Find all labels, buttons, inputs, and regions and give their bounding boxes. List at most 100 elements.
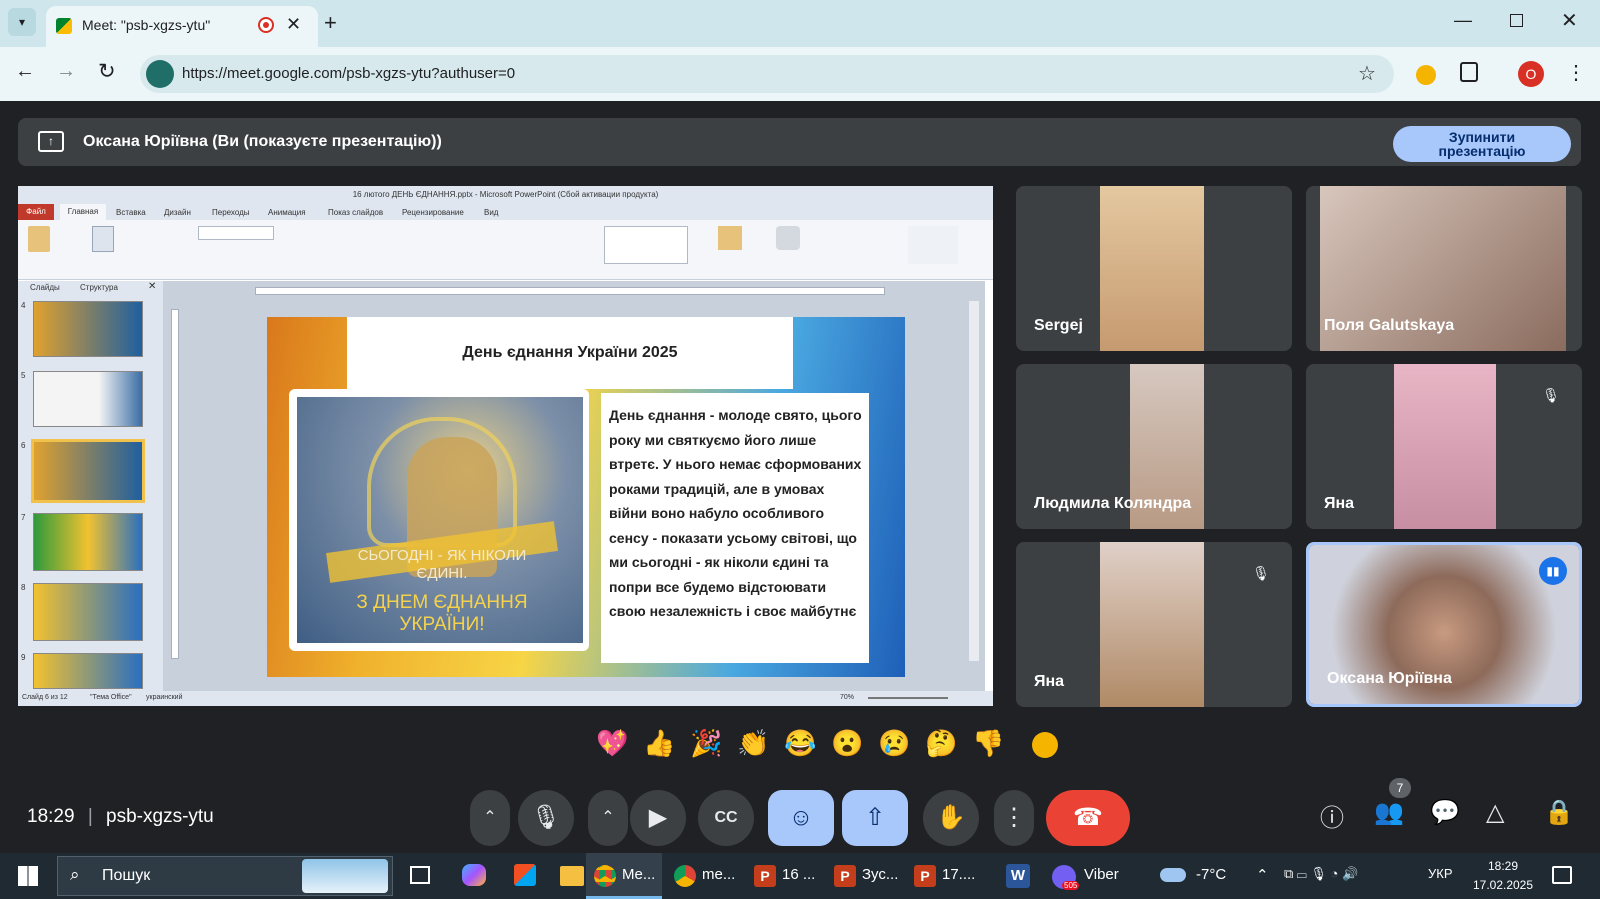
- taskbar-app-powerpoint[interactable]: P Зус...: [826, 853, 902, 899]
- ribbon-tab-file[interactable]: Файл: [18, 204, 54, 220]
- participant-tile[interactable]: Sergej: [1016, 186, 1292, 351]
- ribbon-font-box[interactable]: [198, 226, 274, 240]
- reaction-party-popper[interactable]: 🎉: [690, 728, 722, 759]
- chat-icon[interactable]: 💬: [1430, 798, 1460, 827]
- tray-icons[interactable]: ⧉ ▭ 🎙 ◔ 🔊: [1284, 866, 1358, 882]
- taskbar-app-chrome[interactable]: me...: [666, 853, 742, 899]
- panel-tab-outline[interactable]: Структура: [80, 283, 118, 292]
- ribbon-tab-view[interactable]: Вид: [484, 208, 498, 217]
- taskbar-app-chrome-meet[interactable]: Me...: [586, 853, 662, 899]
- bookmark-star-icon[interactable]: ☆: [1358, 61, 1376, 86]
- taskbar-app-viber[interactable]: 505 Viber: [1046, 853, 1136, 899]
- reaction-surprised[interactable]: 😮: [831, 728, 863, 759]
- ribbon-tab-review[interactable]: Рецензирование: [402, 208, 464, 217]
- participant-tile[interactable]: Людмила Коляндра: [1016, 364, 1292, 529]
- more-options-button[interactable]: ⋮: [994, 790, 1034, 846]
- participant-name: Людмила Коляндра: [1034, 495, 1192, 512]
- status-slide-number: Слайд 6 из 12: [22, 694, 68, 701]
- host-controls-icon[interactable]: 🔒: [1544, 798, 1574, 827]
- vertical-scrollbar[interactable]: [969, 301, 979, 661]
- reaction-thinking[interactable]: 🤔: [925, 728, 957, 759]
- participant-tile[interactable]: 🎙 Яна: [1016, 542, 1292, 707]
- tab-search-button[interactable]: ▾: [8, 8, 36, 36]
- panel-close-icon[interactable]: ✕: [148, 281, 156, 292]
- reload-icon[interactable]: ↻: [98, 59, 116, 84]
- ribbon-tab-home[interactable]: Главная: [60, 204, 106, 220]
- camera-button[interactable]: ▶: [630, 790, 686, 846]
- taskbar-search-box[interactable]: ⌕ Пошук: [57, 856, 393, 896]
- word-icon[interactable]: W: [1006, 864, 1030, 888]
- profile-avatar[interactable]: O: [1518, 61, 1544, 87]
- ribbon-tab-transitions[interactable]: Переходы: [212, 208, 250, 217]
- taskbar-app-powerpoint[interactable]: P 17....: [906, 853, 982, 899]
- weather-temp[interactable]: -7°C: [1196, 866, 1226, 883]
- raise-hand-button[interactable]: ✋: [923, 790, 979, 846]
- reactions-button[interactable]: ☺: [768, 790, 834, 846]
- file-explorer-icon[interactable]: [560, 866, 584, 886]
- slide-thumbnail[interactable]: [33, 583, 143, 641]
- minimize-icon[interactable]: —: [1454, 10, 1472, 31]
- ribbon-tab-design[interactable]: Дизайн: [164, 208, 191, 217]
- slide-thumbnail[interactable]: [33, 653, 143, 689]
- browser-menu-icon[interactable]: ⋮: [1566, 60, 1586, 85]
- audio-options-button[interactable]: ⌃: [470, 790, 510, 846]
- keyboard-language[interactable]: УКР: [1428, 866, 1453, 881]
- maximize-icon[interactable]: [1510, 14, 1523, 27]
- reaction-thumbs-up[interactable]: 👍: [643, 728, 675, 759]
- ribbon-shapes-gallery[interactable]: [604, 226, 688, 264]
- close-window-icon[interactable]: ✕: [1561, 8, 1578, 33]
- reaction-sparkling-heart[interactable]: 💖: [596, 728, 628, 759]
- tab-title: Meet: "psb-xgzs-ytu": [82, 17, 211, 33]
- microphone-button[interactable]: 🎙: [518, 790, 574, 846]
- new-tab-button[interactable]: +: [324, 10, 337, 36]
- ribbon-paste-icon[interactable]: [28, 226, 50, 252]
- captions-button[interactable]: CC: [698, 790, 754, 846]
- taskbar-app-powerpoint[interactable]: P 16 ...: [746, 853, 822, 899]
- ribbon-quick-styles-icon[interactable]: [776, 226, 800, 250]
- participant-tile[interactable]: 🎙 Яна: [1306, 364, 1582, 529]
- zoom-slider[interactable]: [868, 697, 948, 699]
- reaction-crying[interactable]: 😢: [878, 728, 910, 759]
- reaction-clapping[interactable]: 👏: [737, 728, 769, 759]
- address-bar[interactable]: https://meet.google.com/psb-xgzs-ytu?aut…: [140, 55, 1394, 93]
- slide-thumbnail-selected[interactable]: [31, 439, 145, 503]
- leave-call-button[interactable]: ☎: [1046, 790, 1130, 846]
- task-view-icon[interactable]: [410, 866, 430, 884]
- skin-tone-picker-icon[interactable]: [1032, 732, 1058, 758]
- ribbon-tab-slideshow[interactable]: Показ слайдов: [328, 208, 383, 217]
- site-info-icon[interactable]: [146, 60, 174, 88]
- system-clock[interactable]: 18:29 17.02.2025: [1470, 857, 1536, 895]
- reaction-thumbs-down[interactable]: 👎: [972, 728, 1004, 759]
- ribbon-find-icon[interactable]: [908, 226, 958, 264]
- close-tab-icon[interactable]: ✕: [286, 14, 301, 35]
- tray-chevron-icon[interactable]: ⌃: [1256, 866, 1269, 884]
- people-icon[interactable]: 👥: [1374, 798, 1404, 827]
- participant-tile[interactable]: Поля Galutskaya: [1306, 186, 1582, 351]
- reaction-laughing[interactable]: 😂: [784, 728, 816, 759]
- windows-start-icon[interactable]: [18, 866, 38, 886]
- forward-icon[interactable]: →: [56, 60, 76, 83]
- video-options-button[interactable]: ⌃: [588, 790, 628, 846]
- copilot-icon[interactable]: [462, 864, 486, 886]
- notifications-icon[interactable]: [1552, 866, 1572, 884]
- extension-cookie-icon[interactable]: [1416, 65, 1436, 85]
- store-icon[interactable]: [514, 864, 536, 886]
- stop-presenting-button[interactable]: Зупинити презентацію: [1393, 126, 1571, 162]
- back-icon[interactable]: ←: [15, 60, 35, 83]
- ribbon-tab-animation[interactable]: Анимация: [268, 208, 306, 217]
- chrome-icon: [594, 865, 616, 887]
- slide-thumbnail[interactable]: [33, 513, 143, 571]
- participant-tile-active-speaker[interactable]: ▮▮ Оксана Юріївна: [1306, 542, 1582, 707]
- weather-cloud-icon[interactable]: [1160, 868, 1186, 882]
- ribbon-tab-insert[interactable]: Вставка: [116, 208, 146, 217]
- browser-tab[interactable]: Meet: "psb-xgzs-ytu" ✕: [46, 6, 318, 47]
- extensions-puzzle-icon[interactable]: [1460, 62, 1478, 82]
- ribbon-new-slide-icon[interactable]: [92, 226, 114, 252]
- ribbon-arrange-icon[interactable]: [718, 226, 742, 250]
- slide-thumbnail[interactable]: [33, 301, 143, 357]
- activities-icon[interactable]: △: [1486, 798, 1504, 827]
- present-now-button[interactable]: ⇧: [842, 790, 908, 846]
- meeting-info-icon[interactable]: ⓘ: [1320, 798, 1344, 833]
- panel-tab-slides[interactable]: Слайды: [30, 283, 60, 292]
- slide-thumbnail[interactable]: [33, 371, 143, 427]
